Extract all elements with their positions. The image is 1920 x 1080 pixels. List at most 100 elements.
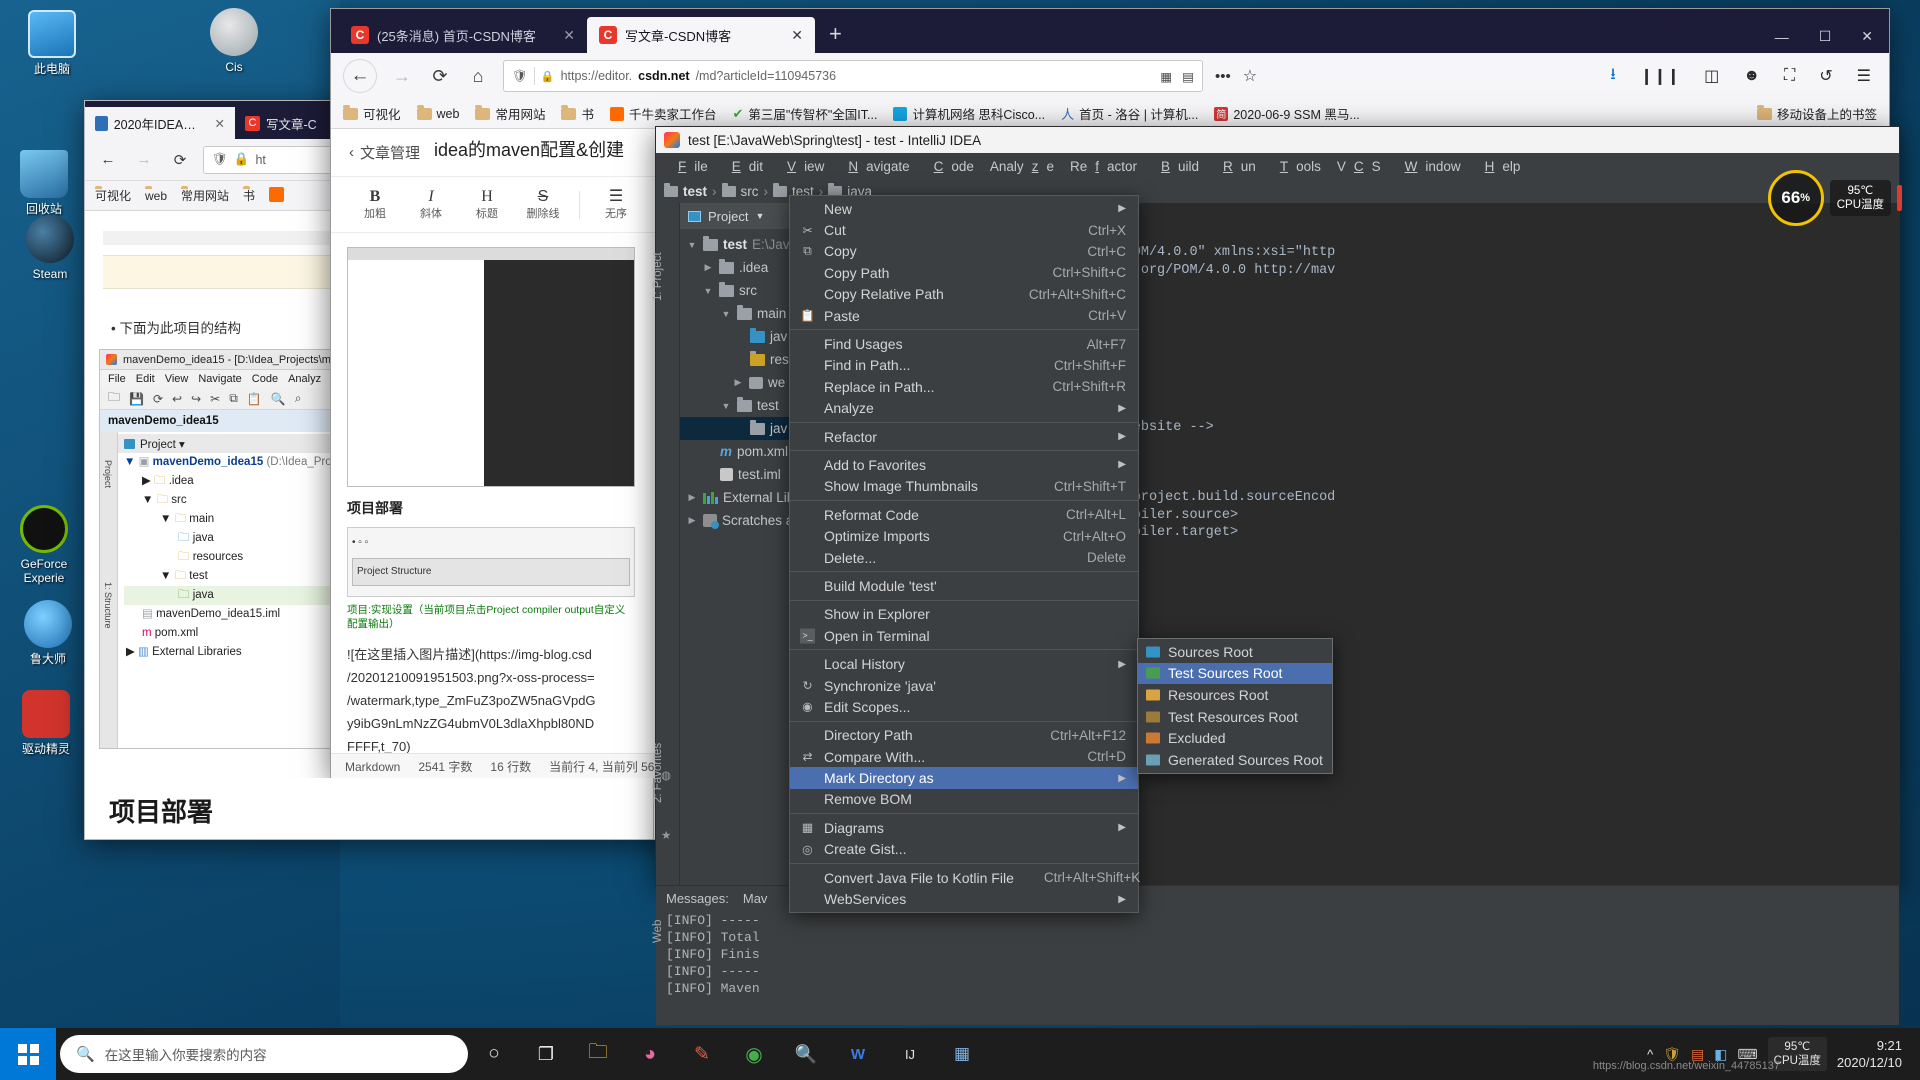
submenu-item-excluded[interactable]: Excluded bbox=[1138, 727, 1332, 749]
submenu-item-test-resources-root[interactable]: Test Resources Root bbox=[1138, 706, 1332, 728]
calculator-icon[interactable]: ▦ bbox=[936, 1028, 988, 1080]
menu-item-find-usages[interactable]: Find Usages Alt+F7 bbox=[790, 333, 1138, 354]
menu-icon[interactable]: ☰ bbox=[1857, 66, 1871, 86]
taskbar-clock[interactable]: 9:21 2020/12/10 bbox=[1837, 1037, 1910, 1071]
desktop-icon-geforce[interactable]: GeForce Experie bbox=[0, 505, 88, 585]
menu-item-cut[interactable]: ✂ Cut Ctrl+X bbox=[790, 219, 1138, 240]
desktop-icon-steam[interactable]: Steam bbox=[6, 215, 94, 281]
back-button[interactable]: ← bbox=[95, 147, 121, 173]
submenu-item-sources-root[interactable]: Sources Root bbox=[1138, 641, 1332, 663]
cpu-monitor-widget[interactable]: 66% 95℃ CPU温度 bbox=[1767, 170, 1902, 226]
submenu-item-test-sources-root[interactable]: Test Sources Root bbox=[1138, 662, 1332, 685]
menu-item-copy[interactable]: ⧉ Copy Ctrl+C bbox=[790, 241, 1138, 262]
menu-item-webservices[interactable]: WebServices ▶ bbox=[790, 888, 1138, 909]
desktop-icon-ludashi[interactable]: 鲁大师 bbox=[4, 600, 92, 666]
bookmark-item[interactable]: 可视化 bbox=[95, 187, 131, 204]
bookmark-books[interactable]: 书 bbox=[561, 104, 594, 123]
markdown-pane[interactable]: 项目部署 • ▫ ▫ Project Structure 项目:实现设置（当前项… bbox=[331, 233, 651, 753]
bookmark-luogu[interactable]: 人首页 - 洛谷 | 计算机... bbox=[1061, 104, 1198, 123]
paint-icon[interactable]: ✎ bbox=[676, 1028, 728, 1080]
menu-item-find-in-path[interactable]: Find in Path... Ctrl+Shift+F bbox=[790, 355, 1138, 376]
menu-item-delete[interactable]: Delete... Delete bbox=[790, 547, 1138, 568]
home-button[interactable]: ⌂ bbox=[465, 63, 491, 89]
back-tab-1[interactable]: C 写文章-C bbox=[235, 107, 327, 139]
bookmark-item[interactable] bbox=[269, 186, 285, 205]
menu-item-refactor[interactable]: Refactor ▶ bbox=[790, 426, 1138, 447]
minimize-button[interactable]: — bbox=[1775, 29, 1789, 45]
twisty-icon[interactable]: ▼ bbox=[720, 309, 732, 319]
desktop-icon-this-pc[interactable]: 此电脑 bbox=[8, 10, 96, 76]
toolbar-italic[interactable]: I 斜体 bbox=[405, 187, 457, 222]
url-bar[interactable]: 🛡 🔒 https://editor. csdn.net/md?articleId… bbox=[503, 60, 1203, 92]
menu-item-remove-bom[interactable]: Remove BOM bbox=[790, 789, 1138, 810]
bookmark-ssm[interactable]: 简 2020-06-9 SSM 黑马... bbox=[1214, 104, 1360, 123]
forward-button[interactable]: → bbox=[131, 147, 157, 173]
palette-icon[interactable]: ◕ bbox=[624, 1028, 676, 1080]
close-window-button[interactable]: ✕ bbox=[1861, 28, 1873, 45]
bookmark-item[interactable]: 书 bbox=[243, 187, 255, 204]
menu-item-analyze[interactable]: Analyze ▶ bbox=[790, 398, 1138, 419]
twisty-icon[interactable]: ▶ bbox=[686, 492, 698, 503]
intellij-icon[interactable]: IJ bbox=[884, 1028, 936, 1080]
shield-icon[interactable]: 🛡 bbox=[512, 69, 528, 84]
more-button[interactable]: ••• bbox=[1215, 68, 1231, 85]
menu-item-compare-with[interactable]: ⇄ Compare With... Ctrl+D bbox=[790, 746, 1138, 767]
bookmark-visualization[interactable]: 可视化 bbox=[343, 104, 401, 123]
maximize-button[interactable]: ☐ bbox=[1819, 28, 1832, 45]
cortana-icon[interactable]: ○ bbox=[468, 1028, 520, 1080]
markdown-source-text[interactable]: ![在这里插入图片描述](https://img-blog.csd /20201… bbox=[347, 643, 635, 753]
menu-item-diagrams[interactable]: ▦ Diagrams ▶ bbox=[790, 817, 1138, 838]
twisty-icon[interactable]: ▶ bbox=[702, 262, 714, 273]
article-manage-link[interactable]: ‹ 文章管理 bbox=[349, 142, 420, 163]
menu-item-replace-in-path[interactable]: Replace in Path... Ctrl+Shift+R bbox=[790, 376, 1138, 397]
close-icon[interactable]: ✕ bbox=[791, 27, 803, 44]
twisty-icon[interactable]: ▼ bbox=[702, 286, 714, 296]
twisty-icon[interactable]: ▶ bbox=[686, 515, 698, 526]
firefox-icon[interactable]: ◉ bbox=[728, 1028, 780, 1080]
twisty-icon[interactable]: ▼ bbox=[686, 240, 698, 250]
sidebar-icon[interactable]: ◫ bbox=[1704, 66, 1719, 86]
menu-vcs[interactable]: VCS bbox=[1329, 157, 1389, 176]
menu-item-open-in-terminal[interactable]: >_ Open in Terminal bbox=[790, 625, 1138, 646]
new-tab-button[interactable]: + bbox=[815, 21, 856, 53]
reload-button[interactable]: ⟳ bbox=[427, 63, 453, 89]
menu-run[interactable]: Run bbox=[1207, 157, 1264, 176]
task-view-icon[interactable]: ❐ bbox=[520, 1028, 572, 1080]
menu-item-paste[interactable]: 📋 Paste Ctrl+V bbox=[790, 305, 1138, 326]
container-icon[interactable]: ⛶ bbox=[1784, 67, 1795, 85]
file-explorer-icon[interactable]: 🗀 bbox=[572, 1028, 624, 1080]
menu-item-create-gist[interactable]: ◎ Create Gist... bbox=[790, 839, 1138, 860]
menu-item-optimize-imports[interactable]: Optimize Imports Ctrl+Alt+O bbox=[790, 525, 1138, 546]
desktop-icon-recycle-bin[interactable]: 回收站 bbox=[0, 150, 88, 216]
menu-tools[interactable]: Tools bbox=[1264, 157, 1329, 176]
menu-item-synchronize[interactable]: ↻ Synchronize 'java' bbox=[790, 675, 1138, 696]
bookmark-mobile-devices[interactable]: 移动设备上的书签 bbox=[1756, 104, 1877, 123]
menu-view[interactable]: View bbox=[771, 157, 832, 176]
download-icon[interactable]: ⭳ bbox=[1610, 63, 1616, 90]
menu-refactor[interactable]: Re f actor bbox=[1062, 157, 1145, 176]
submenu-item-resources-root[interactable]: Resources Root bbox=[1138, 684, 1332, 706]
tab-csdn-home[interactable]: C (25条消息) 首页-CSDN博客 ✕ bbox=[339, 17, 587, 53]
breadcrumb-1[interactable]: src bbox=[741, 184, 759, 199]
bookmark-qianniu[interactable]: 千牛卖家工作台 bbox=[609, 104, 717, 123]
desktop-icon-qudong[interactable]: 驱动精灵 bbox=[2, 690, 90, 756]
bookmark-common-sites[interactable]: 常用网站 bbox=[475, 104, 545, 123]
menu-item-convert-to-kotlin[interactable]: Convert Java File to Kotlin File Ctrl+Alt… bbox=[790, 867, 1140, 888]
chevron-down-icon[interactable]: ▼ bbox=[755, 211, 764, 221]
back-tab-0[interactable]: 2020年IDEA版黑... ✕ bbox=[85, 107, 235, 139]
tab-csdn-editor[interactable]: C 写文章-CSDN博客 ✕ bbox=[587, 17, 815, 53]
breadcrumb-0[interactable]: test bbox=[683, 184, 707, 199]
bookmark-chuanzhi[interactable]: ✔ 第三届"传智杯"全国IT... bbox=[733, 104, 878, 123]
menu-navigate[interactable]: Navigate bbox=[832, 157, 917, 176]
bookmark-star-icon[interactable]: ☆ bbox=[1243, 66, 1257, 86]
menu-edit[interactable]: Edit bbox=[716, 157, 771, 176]
submenu-item-generated-sources-root[interactable]: Generated Sources Root bbox=[1138, 749, 1332, 771]
wechat-icon[interactable]: W bbox=[832, 1028, 884, 1080]
back-button[interactable]: ← bbox=[343, 59, 377, 93]
menu-item-copy-path[interactable]: Copy Path Ctrl+Shift+C bbox=[790, 262, 1138, 283]
start-button[interactable] bbox=[0, 1028, 56, 1080]
menu-item-show-image-thumbnails[interactable]: Show Image Thumbnails Ctrl+Shift+T bbox=[790, 476, 1138, 497]
search-everything-icon[interactable]: 🔍 bbox=[780, 1028, 832, 1080]
tool-window-web[interactable]: Web bbox=[652, 920, 664, 943]
desktop-icon-cisco[interactable]: Cis bbox=[190, 8, 278, 74]
